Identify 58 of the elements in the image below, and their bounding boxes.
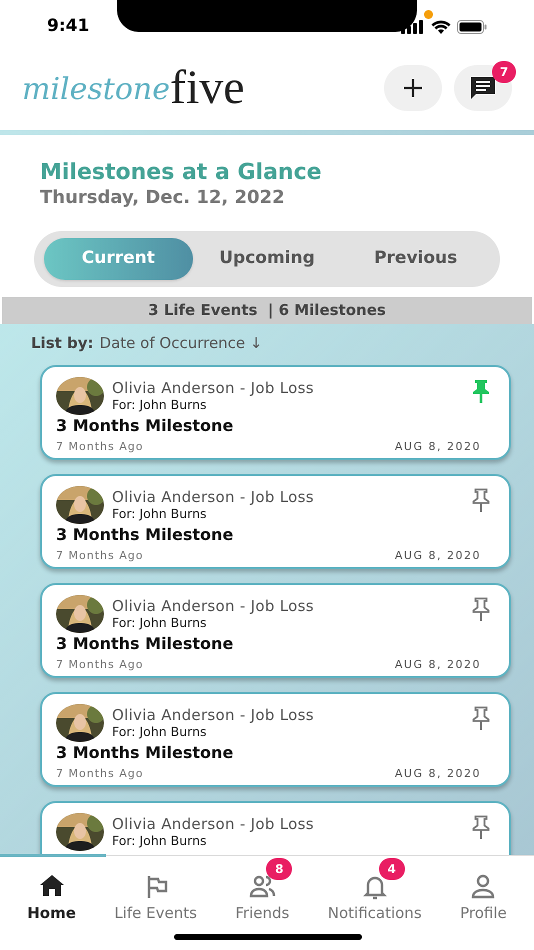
milestone-card[interactable]: Olivia Anderson - Job Loss For: John Burns 3 Months Milestone 7 Months Ago AUG 8, 2020 [40, 582, 511, 678]
add-button[interactable] [384, 64, 442, 110]
milestone-title: 3 Months Milestone [56, 742, 234, 762]
milestone-card[interactable]: Olivia Anderson - Job Loss For: John Burns [40, 800, 511, 858]
battery-icon [457, 20, 487, 34]
notification-badge: 8 [266, 858, 292, 880]
notification-badge: 4 [378, 858, 405, 880]
pin-icon[interactable] [471, 488, 491, 512]
elapsed-time: 7 Months Ago [56, 548, 144, 564]
milestone-card[interactable]: Olivia Anderson - Job Loss For: John Burns 3 Months Milestone 7 Months Ago AUG 8, 2020 [40, 364, 511, 460]
page-title: Milestones at a Glance [40, 159, 323, 187]
for-text: For: John Burns [112, 614, 208, 630]
sort-label: List by: [31, 333, 94, 354]
milestone-title: 3 Months Milestone [56, 416, 234, 436]
nav-label: Friends [235, 904, 290, 922]
nav-label: Profile [460, 904, 507, 922]
wifi-icon [431, 20, 451, 34]
chat-icon [469, 74, 497, 100]
milestone-card[interactable]: Olivia Anderson - Job Loss For: John Burns 3 Months Milestone 7 Months Ago AUG 8, 2020 [40, 474, 511, 568]
app-logo: milestonefive [22, 64, 245, 112]
for-text: For: John Burns [112, 724, 208, 740]
date-text: Thursday, Dec. 12, 2022 [40, 187, 286, 209]
signal-icon [401, 20, 425, 34]
event-title: Olivia Anderson - Job Loss [112, 488, 314, 506]
event-title: Olivia Anderson - Job Loss [112, 378, 314, 396]
notification-badge: 7 [492, 60, 516, 82]
segment-tab[interactable]: Upcoming [192, 238, 342, 280]
summary-bar: 3 Life Events | 6 Milestones [2, 297, 532, 324]
pin-icon[interactable] [471, 814, 491, 838]
pin-icon[interactable] [471, 706, 491, 730]
event-title: Olivia Anderson - Job Loss [112, 596, 314, 614]
pin-icon[interactable] [471, 596, 491, 620]
elapsed-time: 7 Months Ago [56, 766, 144, 782]
nav-tab[interactable]: Life Events [114, 856, 197, 950]
event-date: AUG 8, 2020 [394, 438, 481, 454]
event-date: AUG 8, 2020 [394, 656, 481, 672]
nav-label: Notifications [328, 904, 422, 922]
segment-tab[interactable]: Previous [341, 238, 490, 280]
sort-dropdown[interactable]: Date of Occurrence ↓ [100, 332, 262, 354]
event-title: Olivia Anderson - Job Loss [112, 706, 314, 724]
plus-icon [403, 78, 423, 98]
event-date: AUG 8, 2020 [394, 548, 481, 564]
nav-label: Life Events [114, 904, 197, 922]
elapsed-time: 7 Months Ago [56, 438, 144, 454]
status-time: 9:41 [47, 14, 90, 38]
nav-label: Home [27, 904, 76, 922]
milestone-title: 3 Months Milestone [56, 634, 234, 654]
elapsed-time: 7 Months Ago [56, 656, 144, 672]
nav-tab[interactable]: Profile [460, 856, 507, 950]
nav-tab[interactable]: Home [27, 856, 76, 950]
event-date: AUG 8, 2020 [394, 766, 481, 782]
milestone-title: 3 Months Milestone [56, 524, 234, 544]
for-text: For: John Burns [112, 396, 208, 412]
milestone-card[interactable]: Olivia Anderson - Job Loss For: John Burns 3 Months Milestone 7 Months Ago AUG 8, 2020 [40, 692, 511, 786]
for-text: For: John Burns [112, 506, 208, 522]
pin-icon[interactable] [471, 378, 491, 402]
event-title: Olivia Anderson - Job Loss [112, 814, 314, 832]
for-text: For: John Burns [112, 832, 208, 848]
